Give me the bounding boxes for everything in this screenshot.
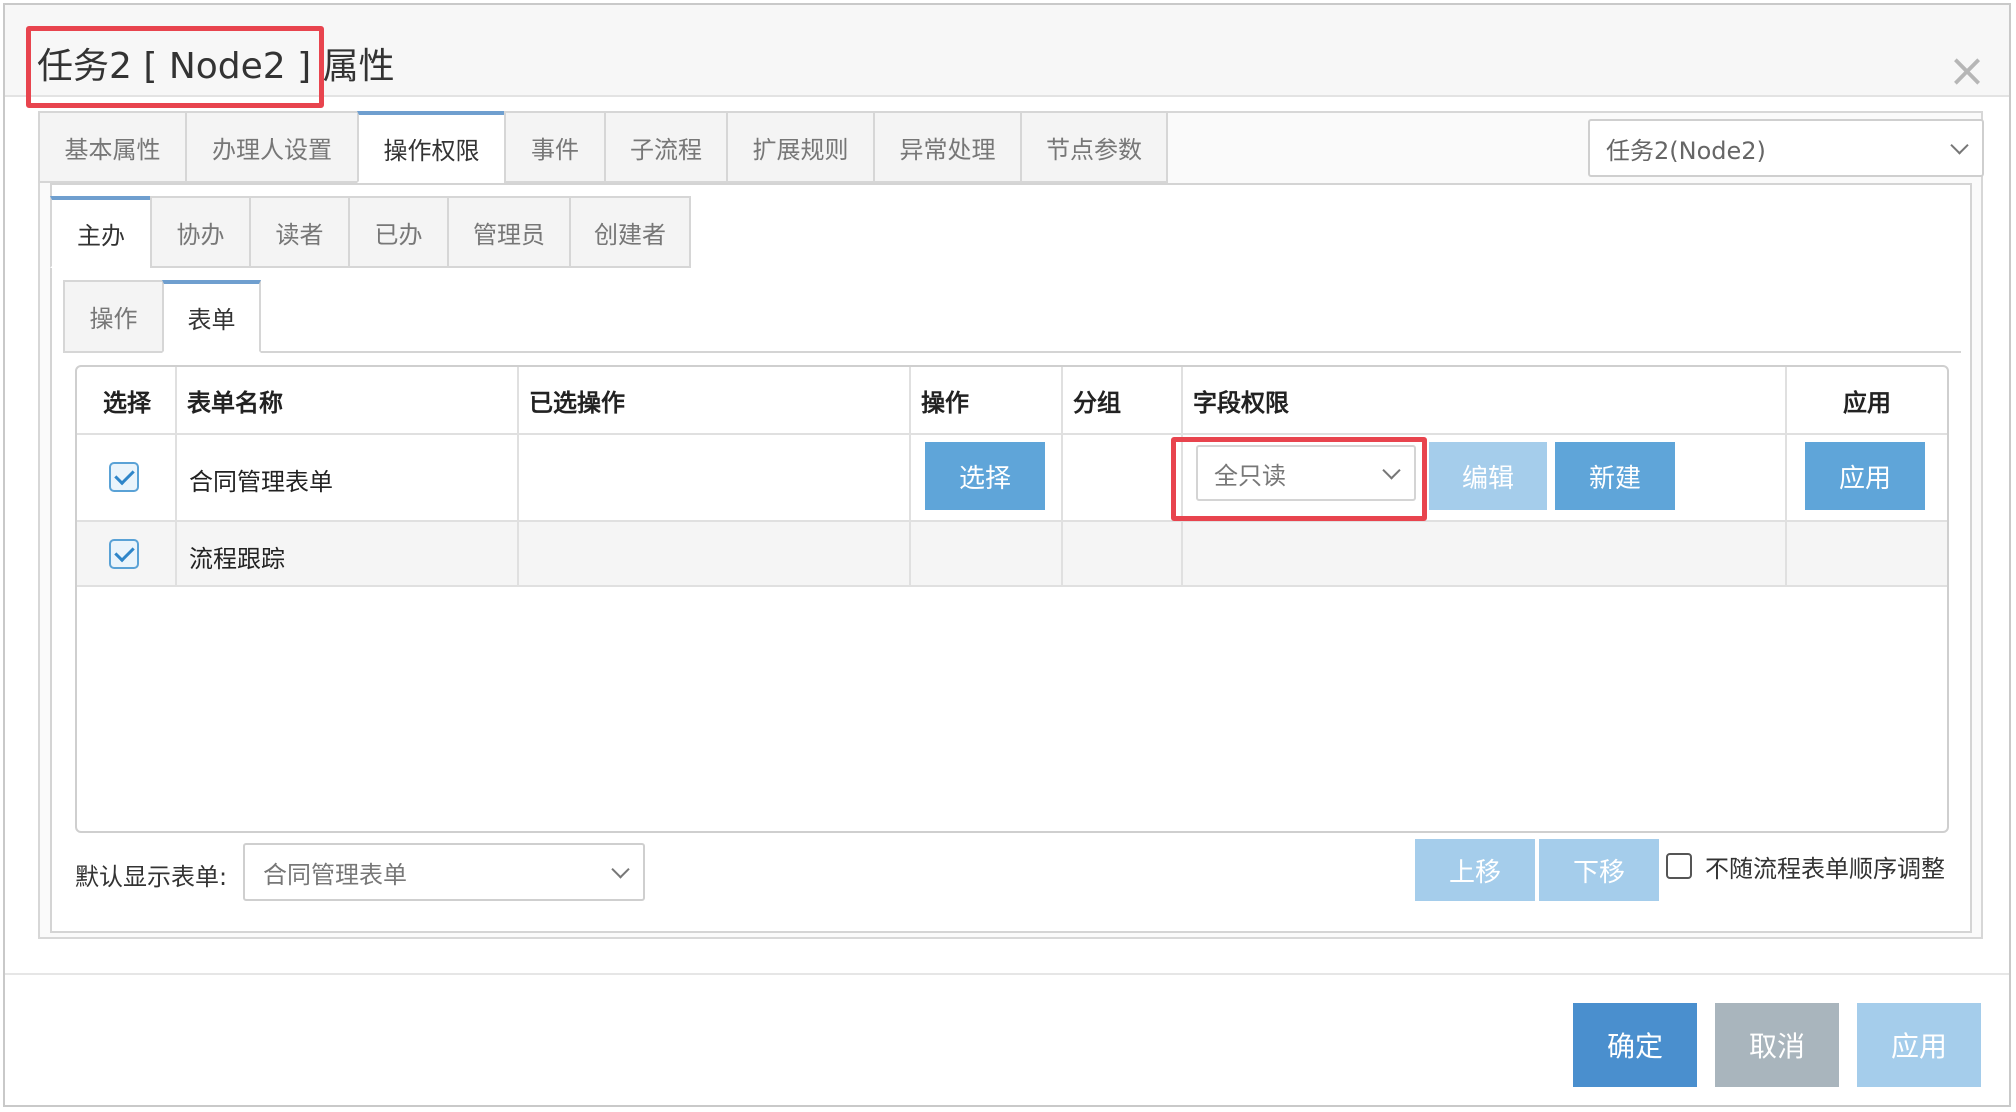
- form-name-cell: 流程跟踪: [189, 545, 285, 573]
- tab-label: 扩展规则: [752, 135, 849, 164]
- tab-role-admin[interactable]: 管理员: [447, 196, 569, 268]
- tab-label: 协办: [176, 220, 225, 249]
- tab-basic-properties[interactable]: 基本属性: [38, 111, 185, 183]
- node-select[interactable]: 任务2(Node2): [1588, 119, 1984, 177]
- sub-tabs: 操作 表单: [63, 280, 261, 353]
- column-header-apply: 应用: [1843, 388, 1891, 417]
- tab-node-parameters[interactable]: 节点参数: [1020, 111, 1168, 183]
- column-header-form-name: 表单名称: [187, 388, 283, 417]
- tab-role-assist[interactable]: 协办: [150, 196, 249, 268]
- row-checkbox[interactable]: [109, 539, 139, 569]
- move-down-button[interactable]: 下移: [1539, 839, 1659, 901]
- tab-events[interactable]: 事件: [504, 111, 604, 183]
- chevron-down-icon: [611, 860, 630, 879]
- table-row-bg: [77, 522, 1947, 585]
- cancel-button[interactable]: 取消: [1715, 1003, 1839, 1087]
- form-table: 选择 表单名称 已选操作 操作 分组 字段权限 应用 合同管理表单 选择 编辑 …: [75, 365, 1949, 833]
- form-name-cell: 合同管理表单: [189, 468, 333, 496]
- tab-label: 表单: [187, 306, 236, 334]
- tab-label: 创建者: [594, 220, 666, 249]
- node-select-value: 任务2(Node2): [1606, 136, 1766, 165]
- tab-label: 基本属性: [64, 135, 161, 164]
- tab-subprocess[interactable]: 子流程: [604, 111, 726, 183]
- column-header-operation: 操作: [921, 388, 969, 417]
- edit-button[interactable]: 编辑: [1429, 442, 1547, 510]
- footer-divider: [5, 973, 2009, 975]
- select-operation-button[interactable]: 选择: [925, 442, 1045, 510]
- tab-operation[interactable]: 操作: [63, 280, 162, 353]
- field-permission-highlight-box: [1171, 437, 1427, 521]
- tab-label: 主办: [77, 221, 125, 250]
- tab-operation-permission[interactable]: 操作权限: [357, 111, 504, 183]
- tab-role-creator[interactable]: 创建者: [569, 196, 691, 268]
- tab-label: 操作权限: [383, 136, 480, 165]
- column-header-select: 选择: [103, 388, 151, 417]
- default-form-value: 合同管理表单: [263, 860, 407, 889]
- new-button[interactable]: 新建: [1555, 442, 1675, 510]
- chevron-down-icon: [1950, 136, 1969, 155]
- column-header-field-permission: 字段权限: [1193, 388, 1289, 417]
- role-tabs: 主办 协办 读者 已办 管理员 创建者: [50, 196, 691, 268]
- row-divider: [77, 520, 1947, 522]
- tab-role-done[interactable]: 已办: [348, 196, 447, 268]
- ok-button[interactable]: 确定: [1573, 1003, 1697, 1087]
- default-form-label: 默认显示表单:: [75, 863, 228, 891]
- tab-label: 管理员: [473, 220, 545, 249]
- tab-exception-handling[interactable]: 异常处理: [873, 111, 1020, 183]
- tab-role-main[interactable]: 主办: [50, 196, 150, 268]
- column-header-selected-ops: 已选操作: [529, 388, 625, 417]
- main-tabs: 基本属性 办理人设置 操作权限 事件 子流程 扩展规则 异常处理 节点参数: [38, 111, 1168, 183]
- tab-form[interactable]: 表单: [162, 280, 261, 353]
- row-checkbox[interactable]: [109, 462, 139, 492]
- tab-label: 办理人设置: [212, 135, 332, 164]
- tab-handler-settings[interactable]: 办理人设置: [185, 111, 357, 183]
- tab-extension-rules[interactable]: 扩展规则: [726, 111, 873, 183]
- move-up-button[interactable]: 上移: [1415, 839, 1535, 901]
- apply-row-button[interactable]: 应用: [1805, 442, 1925, 510]
- properties-dialog: 任务2 [ Node2 ] 属性 × 基本属性 办理人设置 操作权限 事件 子流…: [3, 3, 2011, 1107]
- column-header-group: 分组: [1073, 388, 1121, 417]
- row-divider: [77, 585, 1947, 587]
- keep-order-label: 不随流程表单顺序调整: [1705, 855, 1945, 883]
- tab-label: 子流程: [630, 135, 702, 164]
- title-highlight-box: [26, 26, 324, 108]
- header-divider: [77, 433, 1947, 435]
- close-icon[interactable]: ×: [1946, 47, 1988, 93]
- tab-label: 操作: [89, 305, 138, 333]
- tab-label: 事件: [531, 135, 579, 164]
- keep-order-checkbox[interactable]: [1666, 853, 1692, 879]
- tab-label: 异常处理: [899, 135, 996, 164]
- tab-label: 已办: [374, 220, 423, 249]
- default-form-select[interactable]: 合同管理表单: [243, 843, 645, 901]
- tab-label: 读者: [275, 220, 324, 249]
- apply-button[interactable]: 应用: [1857, 1003, 1981, 1087]
- tab-role-reader[interactable]: 读者: [249, 196, 348, 268]
- tab-label: 节点参数: [1046, 135, 1142, 164]
